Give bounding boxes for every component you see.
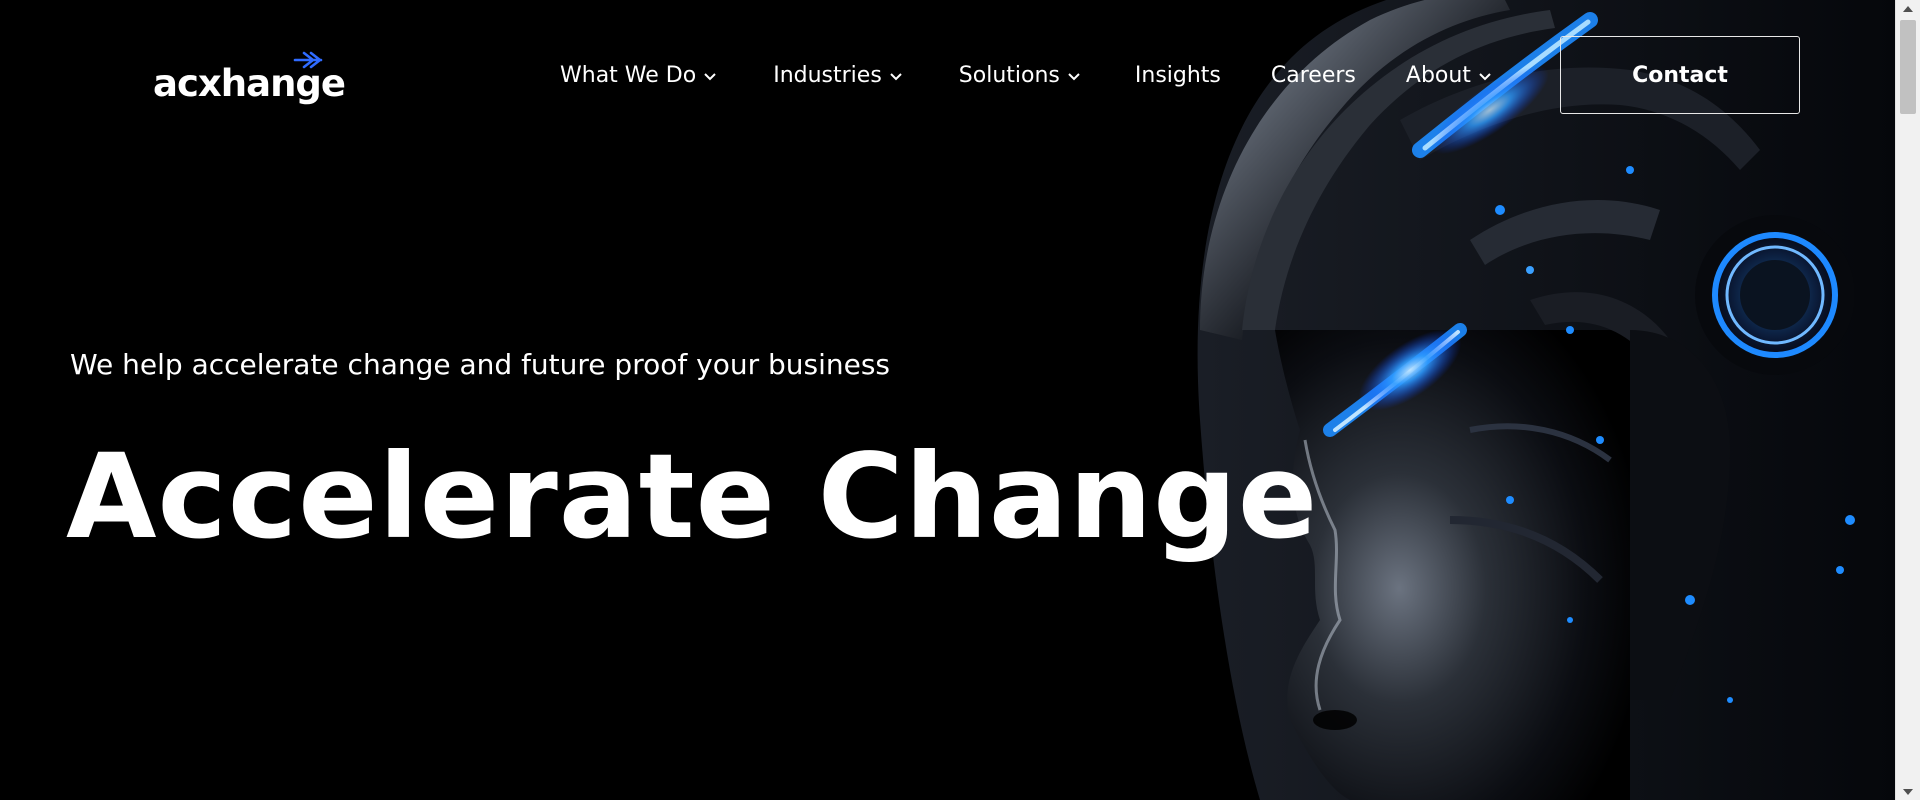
chevron-down-icon <box>1479 72 1491 80</box>
chevron-down-icon <box>1068 72 1080 80</box>
main-nav: What We Do Industries Solutions Insights… <box>560 55 1492 95</box>
nav-item-label: About <box>1405 62 1471 88</box>
nav-item-label: Industries <box>773 62 882 88</box>
page: acxhange What We Do Industries Solutions… <box>0 0 1895 800</box>
scroll-up-arrow-icon[interactable] <box>1896 0 1920 17</box>
nav-item-insights[interactable]: Insights <box>1135 63 1221 88</box>
nav-item-label: Insights <box>1134 62 1221 88</box>
scrollbar-thumb[interactable] <box>1900 20 1916 114</box>
brand-logo[interactable]: acxhange <box>153 50 346 110</box>
nav-item-about[interactable]: About <box>1406 63 1492 88</box>
nav-item-industries[interactable]: Industries <box>773 63 903 88</box>
chevron-down-icon <box>890 72 902 80</box>
nav-item-label: Solutions <box>958 62 1060 88</box>
nav-item-label: What We Do <box>560 62 697 88</box>
nav-item-solutions[interactable]: Solutions <box>959 63 1081 88</box>
nav-item-what-we-do[interactable]: What We Do <box>560 63 717 88</box>
brand-name: acxhange <box>153 62 346 105</box>
hero-tagline: We help accelerate change and future pro… <box>70 348 891 381</box>
robot-head-image <box>1197 0 1895 800</box>
nav-item-label: Careers <box>1270 62 1356 88</box>
contact-button[interactable]: Contact <box>1560 36 1800 114</box>
chevron-down-icon <box>704 72 716 80</box>
hero-headline: Accelerate Change <box>66 428 1319 565</box>
scroll-down-arrow-icon[interactable] <box>1896 783 1920 800</box>
nav-item-careers[interactable]: Careers <box>1271 63 1356 88</box>
vertical-scrollbar[interactable] <box>1895 0 1920 800</box>
